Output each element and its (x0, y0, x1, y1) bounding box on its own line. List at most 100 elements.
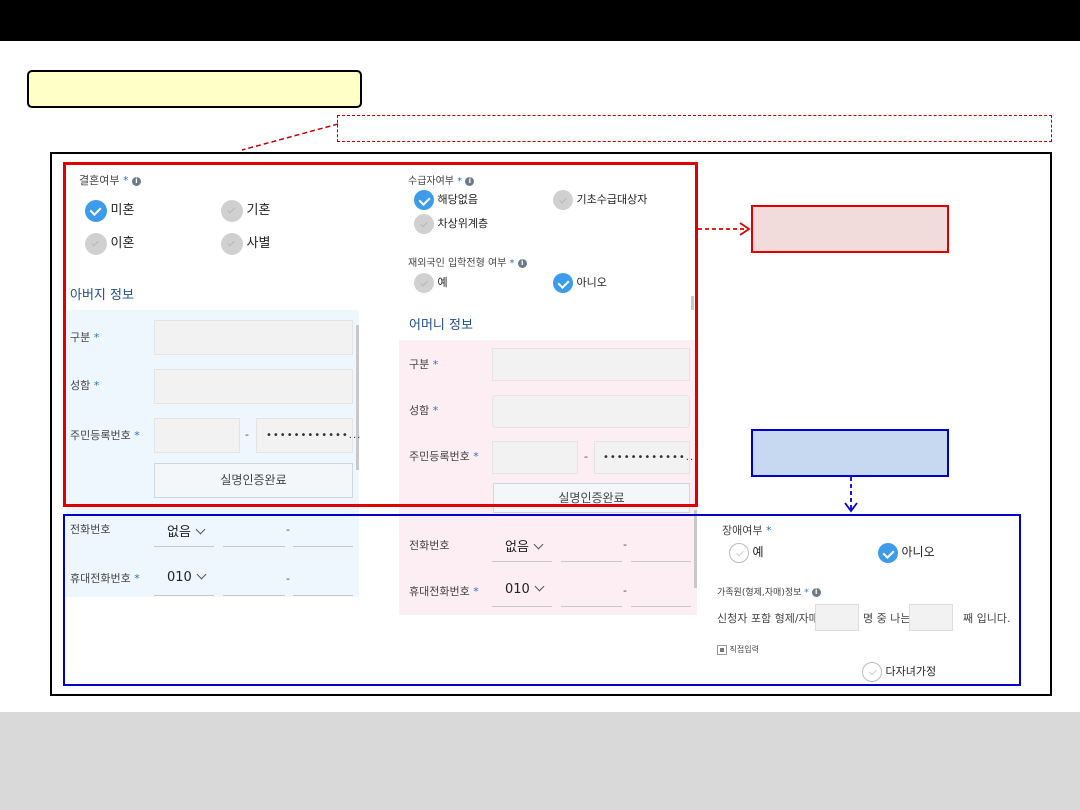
mother-verify-button[interactable]: 실명인증완료 (493, 483, 690, 513)
overseas-option-no[interactable]: 아니오 (553, 273, 607, 293)
radio-unchecked-icon (85, 233, 107, 255)
option-label: 미혼 (110, 203, 135, 218)
father-phone-label: 전화번호 (70, 523, 111, 536)
family-sentence-b: 명 중 나는 (863, 612, 911, 625)
dashed-callout-box (337, 115, 1052, 142)
marriage-option-divorced[interactable]: 이혼 (85, 232, 134, 255)
top-black-bar (0, 0, 1080, 41)
info-icon: i (517, 258, 527, 268)
radio-unchecked-icon (862, 662, 882, 682)
father-scrollbar[interactable] (356, 325, 359, 470)
father-name-label: 성함 * (70, 379, 100, 392)
mother-rrn-back-input[interactable]: ••••••••••••... (594, 441, 697, 474)
welfare-option-nearpoor[interactable]: 차상위계층 (414, 214, 488, 234)
father-verify-button[interactable]: 실명인증완료 (154, 463, 353, 498)
radio-unchecked-icon (414, 214, 434, 234)
option-label: 아니오 (901, 545, 935, 559)
welfare-label: 수급자여부 * i (408, 172, 475, 187)
father-mobile-last-input[interactable] (293, 567, 353, 596)
phone-dash: - (286, 523, 290, 536)
mother-phone-last-input[interactable] (631, 533, 691, 562)
mother-name-input[interactable] (492, 395, 690, 428)
family-total-input[interactable] (815, 604, 859, 631)
mother-rrn-front-input[interactable] (492, 441, 578, 474)
family-order-input[interactable] (909, 604, 953, 631)
radio-unchecked-icon (553, 190, 573, 210)
mother-mobile-label: 휴대전화번호 * (409, 585, 479, 598)
overseas-option-yes[interactable]: 예 (414, 273, 448, 293)
info-icon: i (131, 176, 141, 186)
father-rrn-back-input[interactable]: ••••••••••••... (256, 418, 360, 453)
chevron-down-icon (196, 569, 207, 580)
father-mobile-mid-input[interactable] (223, 567, 285, 596)
direct-input-checkbox[interactable]: 직접입력 (717, 644, 759, 655)
mother-mobile-prefix-select[interactable]: 010 (492, 578, 552, 607)
chevron-down-icon (534, 581, 545, 592)
father-mobile-prefix-select[interactable]: 010 (154, 567, 214, 596)
chevron-down-icon (195, 524, 206, 535)
mother-mobile-mid-input[interactable] (561, 578, 622, 607)
mother-rrn-label: 주민등록번호 * (409, 450, 479, 463)
upper-scrollbar[interactable] (691, 296, 694, 310)
father-type-input[interactable] (154, 320, 353, 355)
radio-checked-icon (414, 190, 434, 210)
father-phone-mid-input[interactable] (223, 519, 285, 547)
marriage-option-married[interactable]: 기혼 (221, 199, 270, 222)
marriage-option-single[interactable]: 미혼 (85, 199, 134, 222)
mother-type-label: 구분 * (409, 358, 439, 371)
slide-title-box (27, 70, 362, 108)
mother-phone-prefix-select[interactable]: 없음 (492, 533, 552, 562)
mother-type-input[interactable] (492, 348, 690, 381)
family-label: 가족원(형제,자매)정보 * i (717, 585, 821, 598)
welfare-option-none[interactable]: 해당없음 (414, 190, 478, 210)
father-phone-last-input[interactable] (293, 519, 353, 547)
multi-child-option[interactable]: 다자녀가정 (862, 662, 936, 682)
family-sentence-a: 신청자 포함 형제/자매 (717, 612, 819, 625)
checkbox-icon (717, 644, 727, 655)
mobile-dash: - (623, 584, 627, 597)
mother-name-label: 성함 * (409, 404, 439, 417)
radio-checked-icon (878, 543, 898, 563)
mother-phone-mid-input[interactable] (561, 533, 622, 562)
overseas-label: 재외국인 입학전형 여부 * i (408, 254, 527, 269)
mobile-dash: - (286, 572, 290, 585)
radio-unchecked-icon (221, 233, 243, 255)
father-name-input[interactable] (154, 369, 353, 404)
blue-arrow (844, 477, 858, 513)
father-section-title: 아버지 정보 (70, 288, 134, 303)
option-label: 이혼 (110, 236, 135, 251)
option-label: 기초수급대상자 (576, 193, 648, 206)
disability-option-no[interactable]: 아니오 (878, 543, 935, 563)
bottom-gray-bar (0, 712, 1080, 810)
father-phone-prefix-select[interactable]: 없음 (154, 519, 214, 547)
blue-callout-note (751, 429, 949, 477)
mother-panel (399, 340, 697, 615)
red-dashed-leader-line (241, 123, 339, 151)
radio-unchecked-icon (221, 200, 243, 222)
option-label: 예 (752, 545, 764, 559)
radio-checked-icon (553, 273, 573, 293)
mother-section-title: 어머니 정보 (409, 318, 473, 333)
disability-label: 장애여부 * (722, 524, 772, 537)
option-label: 사별 (246, 236, 271, 251)
radio-checked-icon (85, 200, 107, 222)
father-rrn-front-input[interactable] (154, 418, 240, 453)
info-icon: i (811, 588, 821, 597)
mother-phone-label: 전화번호 (409, 539, 450, 552)
radio-unchecked-icon (414, 273, 434, 293)
marriage-option-bereaved[interactable]: 사별 (221, 232, 270, 255)
rrn-dash: - (245, 428, 249, 441)
rrn-dash: - (584, 450, 588, 463)
red-callout-note (751, 205, 949, 253)
disability-option-yes[interactable]: 예 (729, 543, 764, 563)
father-rrn-label: 주민등록번호 * (70, 429, 140, 442)
option-label: 해당없음 (437, 193, 478, 206)
welfare-option-basic[interactable]: 기초수급대상자 (553, 190, 647, 210)
mother-scrollbar[interactable] (694, 510, 697, 588)
father-mobile-label: 휴대전화번호 * (70, 572, 140, 585)
option-label: 다자녀가정 (885, 665, 937, 678)
info-icon: i (465, 176, 475, 186)
mother-mobile-last-input[interactable] (631, 578, 691, 607)
radio-unchecked-icon (729, 543, 749, 563)
father-type-label: 구분 * (70, 331, 100, 344)
